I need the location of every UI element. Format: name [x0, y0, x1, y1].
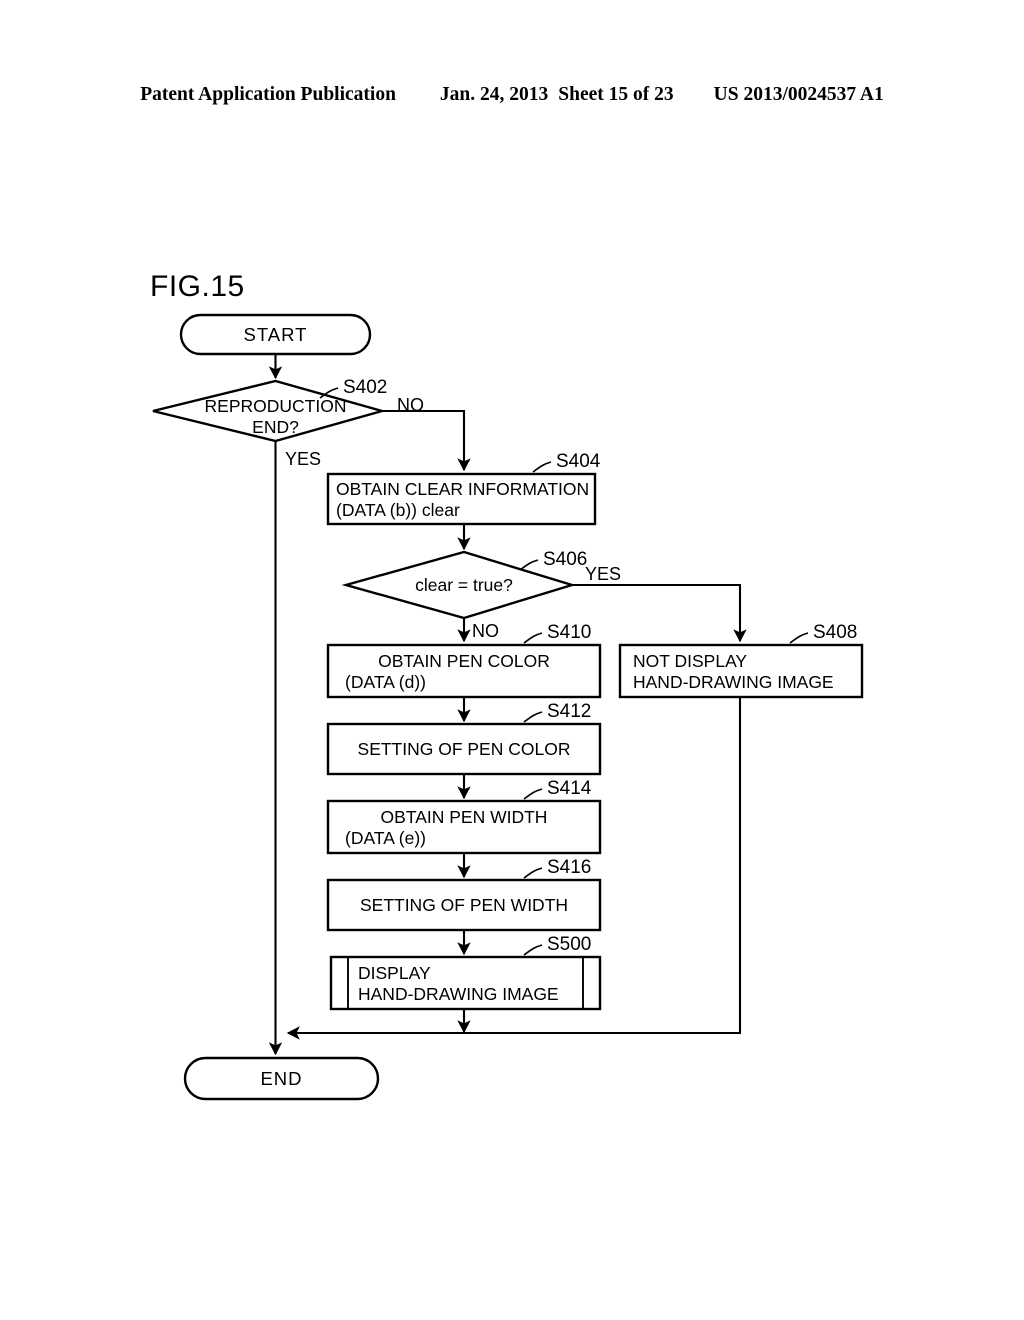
node-s408: NOT DISPLAY HAND-DRAWING IMAGE [618, 643, 864, 699]
branch-label-s406-no: NO [472, 621, 499, 641]
node-s404-line2: (DATA (b)) clear [336, 500, 460, 520]
step-label-s500: S500 [547, 934, 591, 955]
node-s500-line2: HAND-DRAWING IMAGE [358, 984, 559, 1004]
node-s416-line1: SETTING OF PEN WIDTH [360, 895, 568, 915]
leader-s406 [519, 559, 539, 571]
node-s406-line1: clear = true? [415, 575, 513, 595]
node-s406: clear = true? [341, 550, 577, 620]
node-s404-line1: OBTAIN CLEAR INFORMATION [336, 479, 589, 499]
leader-s404 [532, 461, 552, 473]
node-s404: OBTAIN CLEAR INFORMATION (DATA (b)) clea… [326, 472, 597, 526]
node-end: END [183, 1056, 380, 1101]
leader-s412 [523, 711, 543, 723]
step-label-s412: S412 [547, 701, 591, 722]
leader-s500 [523, 944, 543, 956]
branch-label-s402-yes: YES [285, 449, 321, 469]
node-s410-line1: OBTAIN PEN COLOR [378, 651, 550, 671]
edge-s406-yes [572, 583, 747, 643]
step-label-s408: S408 [813, 622, 857, 643]
step-label-s414: S414 [547, 778, 592, 799]
branch-label-s406-yes: YES [585, 564, 621, 584]
flowchart-canvas: START REPRODUCTION END? S402 NO YES OBTA… [152, 313, 864, 1101]
node-s410-line2: (DATA (d)) [345, 672, 426, 692]
leader-s410 [523, 632, 543, 644]
node-s414-line1: OBTAIN PEN WIDTH [381, 807, 548, 827]
step-label-s410: S410 [547, 622, 591, 643]
patent-page: Patent Application Publication Jan. 24, 2… [0, 0, 1024, 1320]
leader-s408 [789, 632, 809, 644]
node-s414: OBTAIN PEN WIDTH (DATA (e)) [326, 799, 602, 855]
node-s416: SETTING OF PEN WIDTH [326, 878, 602, 932]
edge-s402-no [382, 409, 471, 472]
node-s408-line1: NOT DISPLAY [633, 651, 747, 671]
node-s408-line2: HAND-DRAWING IMAGE [633, 672, 834, 692]
step-label-s404: S404 [556, 451, 601, 472]
node-s412-line1: SETTING OF PEN COLOR [358, 739, 571, 759]
node-s402-line2: END? [252, 417, 299, 437]
node-end-label: END [260, 1068, 302, 1089]
node-s412: SETTING OF PEN COLOR [326, 722, 602, 776]
leader-s416 [523, 867, 543, 879]
node-s500: DISPLAY HAND-DRAWING IMAGE [329, 955, 602, 1011]
node-start-label: START [244, 324, 308, 345]
step-label-s416: S416 [547, 857, 591, 878]
step-label-s402: S402 [343, 377, 387, 398]
leader-s414 [523, 788, 543, 800]
node-start: START [179, 313, 372, 356]
node-s414-line2: (DATA (e)) [345, 828, 426, 848]
node-s402-line1: REPRODUCTION [205, 396, 347, 416]
node-s410: OBTAIN PEN COLOR (DATA (d)) [326, 643, 602, 699]
step-label-s406: S406 [543, 549, 587, 570]
node-s500-line1: DISPLAY [358, 963, 431, 983]
